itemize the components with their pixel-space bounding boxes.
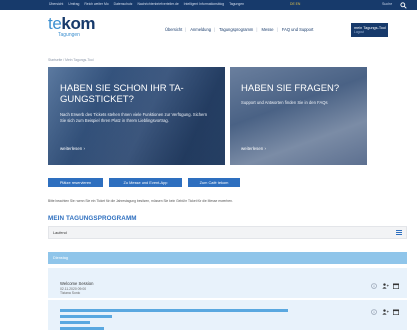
nav-item-registration[interactable]: Anmeldung [190, 27, 211, 32]
ticket-note: Bitte beachten Sie: wenn Sie ein Ticket … [48, 199, 233, 203]
my-conference-tool-button[interactable]: mein Tagungs-Tool Logout [351, 23, 388, 37]
top-bar: Übersicht Umfrag Reich weiter Mo Datensc… [0, 0, 417, 10]
nav-item-overview[interactable]: Übersicht [165, 27, 182, 32]
add-person-icon[interactable] [382, 283, 389, 289]
ticket-card-title: HABEN SIE SCHON IHR TA-GUNGSTICKET? [60, 83, 184, 105]
questions-card-more-link[interactable]: weiterlesen › [241, 146, 266, 151]
reserve-seats-button[interactable]: Plätze reservieren [48, 178, 103, 187]
questions-card[interactable]: HABEN SIE FRAGEN? Support und Antworten … [230, 67, 367, 165]
search-label[interactable]: Suche [382, 2, 392, 6]
top-link[interactable]: Übersicht [49, 2, 63, 6]
top-link[interactable]: Tagungen [229, 2, 244, 6]
session-item-placeholder[interactable] [48, 300, 407, 330]
session-actions [371, 309, 401, 316]
top-link[interactable]: Umfrag [68, 2, 79, 6]
fair-event-app-button[interactable]: Zu Messe und Event-App [109, 178, 182, 187]
tekom-logo[interactable]: tekom Tagungen [48, 14, 96, 38]
loading-bar [60, 321, 90, 324]
top-link[interactable]: Nachrichtenbriefverteiler.de [137, 2, 178, 6]
session-title: Welcome Session [60, 281, 94, 286]
info-icon[interactable] [371, 283, 377, 289]
top-link[interactable]: Datenschutz [114, 2, 133, 6]
calendar-icon[interactable] [393, 283, 399, 289]
breadcrumb: Startseite / Mein Tagungs-Tool [48, 58, 94, 62]
top-link[interactable]: Reich weiter Mo [84, 2, 108, 6]
add-person-icon[interactable] [382, 309, 389, 315]
ticket-card-description: Nach Erwerb des Tickets stehen Ihnen vie… [60, 112, 208, 123]
loading-bar [60, 315, 112, 318]
session-actions [371, 283, 401, 290]
session-date: 02.11.2020 09:00 [60, 286, 87, 291]
questions-card-title: HABEN SIE FRAGEN? [241, 83, 340, 94]
nav-item-faq[interactable]: FAQ und Support [282, 27, 314, 32]
site-header: tekom Tagungen Übersicht | Anmeldung | Tag… [0, 10, 417, 46]
date-header: Dienstag [48, 252, 407, 264]
logout-label[interactable]: Logout [354, 30, 386, 35]
main-nav: Übersicht | Anmeldung | Tagungsprogramm | M… [165, 27, 314, 32]
logo-text-a: te [48, 14, 62, 33]
language-switch[interactable]: DE EN [290, 2, 300, 6]
logo-text-b: kom [61, 14, 96, 33]
nav-item-fair[interactable]: Messe [262, 27, 274, 32]
cafe-tekom-button[interactable]: Zum Café tekom [188, 178, 240, 187]
top-link[interactable]: Intelligent Informationsblog [184, 2, 225, 6]
top-links: Übersicht Umfrag Reich weiter Mo Datensc… [49, 2, 248, 6]
date-label: Dienstag [53, 255, 68, 260]
program-filter[interactable]: Laufend [48, 226, 407, 239]
filter-label: Laufend [53, 230, 67, 235]
session-item[interactable]: Welcome Session 02.11.2020 09:00 Tiziana… [48, 268, 407, 298]
menu-icon[interactable] [396, 230, 402, 235]
info-icon[interactable] [371, 309, 377, 315]
session-speaker: Tiziana Sonic [60, 291, 81, 295]
program-section-title: MEIN TAGUNGSPROGRAMM [48, 215, 137, 222]
nav-item-program[interactable]: Tagungsprogramm [219, 27, 253, 32]
ticket-card[interactable]: HABEN SIE SCHON IHR TA-GUNGSTICKET? Nach… [48, 67, 225, 165]
questions-card-description: Support und Antworten finden Sie in den … [241, 100, 328, 105]
calendar-icon[interactable] [393, 309, 399, 315]
loading-bar [60, 309, 288, 312]
ticket-card-more-link[interactable]: weiterlesen › [60, 146, 85, 151]
search-icon[interactable] [400, 1, 407, 9]
